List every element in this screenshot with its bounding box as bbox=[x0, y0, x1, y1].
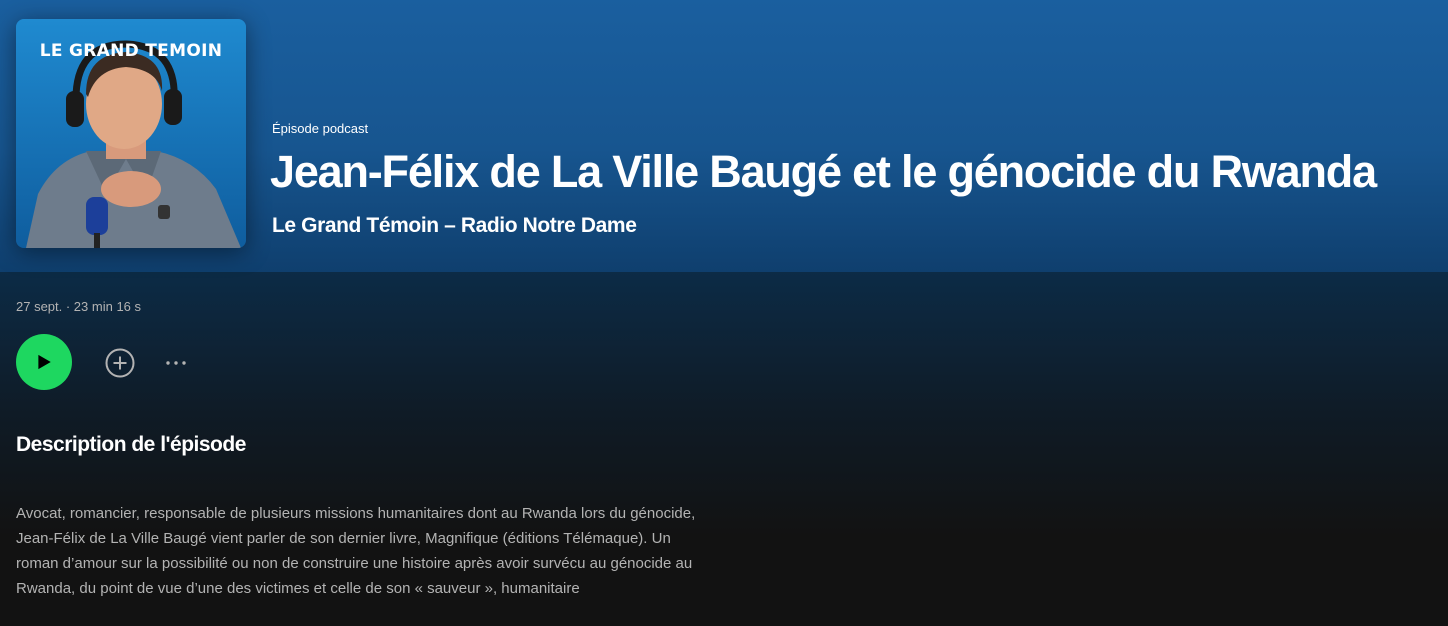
save-to-library-button[interactable] bbox=[104, 347, 136, 379]
play-icon bbox=[38, 354, 51, 370]
show-name-link[interactable]: Le Grand Témoin – Radio Notre Dame bbox=[272, 214, 637, 238]
more-horizontal-icon bbox=[166, 361, 186, 365]
episode-date-duration: 27 sept. · 23 min 16 s bbox=[16, 299, 142, 314]
plus-circle-icon bbox=[105, 348, 135, 378]
description-heading: Description de l'épisode bbox=[16, 433, 246, 456]
cover-title: LE GRAND TEMOIN bbox=[39, 41, 223, 61]
episode-title: Jean-Félix de La Ville Baugé et le génoc… bbox=[270, 146, 1377, 197]
episode-type-label: Épisode podcast bbox=[272, 121, 369, 136]
more-options-button[interactable] bbox=[160, 347, 192, 379]
podcast-cover-art: LE GRAND TEMOIN bbox=[16, 19, 246, 248]
description-text: Avocat, romancier, responsable de plusie… bbox=[16, 505, 696, 597]
play-button[interactable] bbox=[16, 334, 72, 390]
